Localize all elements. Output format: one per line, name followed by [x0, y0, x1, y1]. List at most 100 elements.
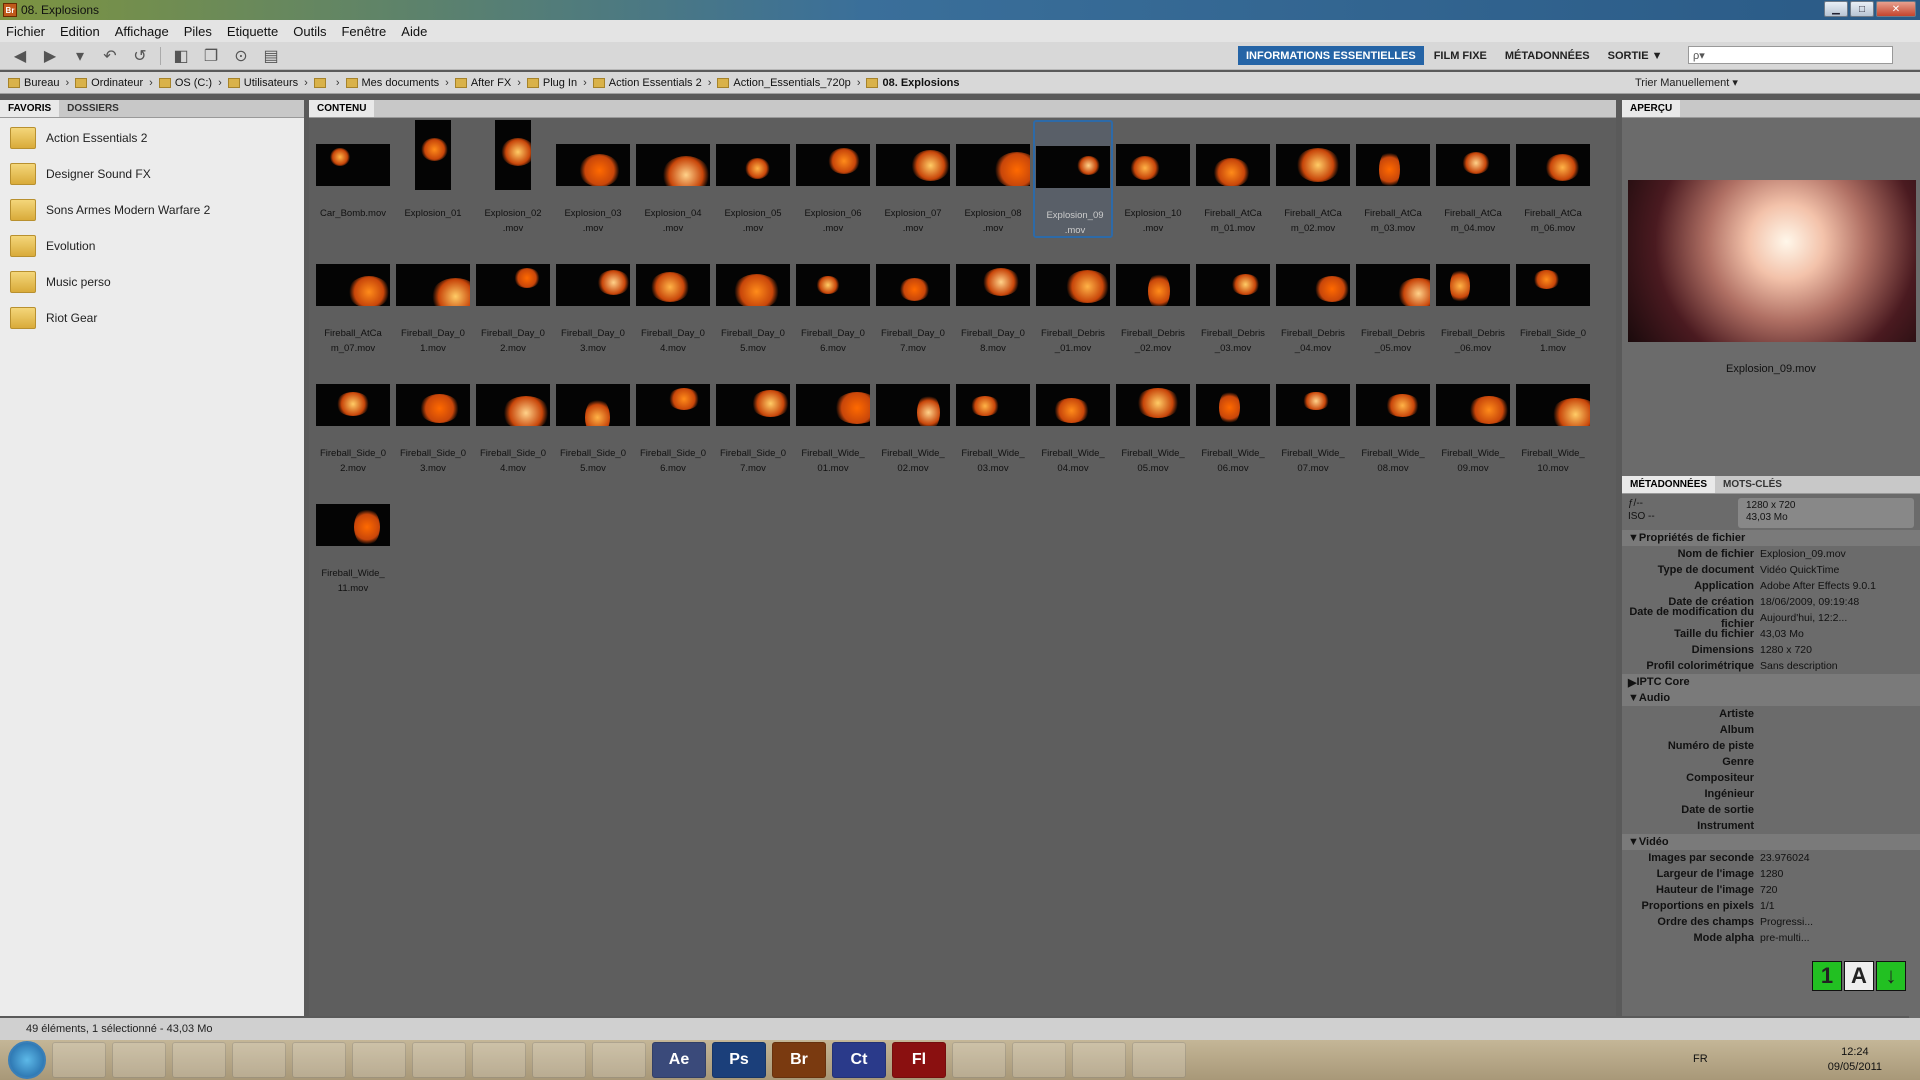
- thumbnail-item[interactable]: Explosion_02 .mov: [473, 120, 553, 238]
- metadata-value[interactable]: 43,03 Mo: [1760, 628, 1804, 640]
- metadata-value[interactable]: Vidéo QuickTime: [1760, 564, 1839, 576]
- breadcrumb-item[interactable]: After FX ›: [454, 77, 521, 89]
- taskbar-app-blender[interactable]: [472, 1042, 526, 1078]
- thumbnail-item[interactable]: Fireball_Side_0 4.mov: [473, 360, 553, 478]
- sort-dropdown[interactable]: Trier Manuellement ▾: [1635, 76, 1738, 89]
- thumbnail-item[interactable]: Fireball_Wide_ 10.mov: [1513, 360, 1593, 478]
- thumbnail-item[interactable]: Fireball_AtCa m_02.mov: [1273, 120, 1353, 238]
- thumbnail-item[interactable]: Fireball_Debris _01.mov: [1033, 240, 1113, 358]
- taskbar-app-steam[interactable]: [232, 1042, 286, 1078]
- thumbnail-item[interactable]: Explosion_01: [393, 120, 473, 238]
- taskbar-app-filezilla[interactable]: [952, 1042, 1006, 1078]
- thumbnail-item[interactable]: Fireball_Wide_ 07.mov: [1273, 360, 1353, 478]
- taskbar-app-media[interactable]: [352, 1042, 406, 1078]
- thumbnail-item[interactable]: Fireball_Wide_ 02.mov: [873, 360, 953, 478]
- breadcrumb-item[interactable]: Utilisateurs ›: [227, 77, 308, 89]
- thumbnail-item[interactable]: Fireball_AtCa m_06.mov: [1513, 120, 1593, 238]
- thumbnail-item[interactable]: Fireball_Side_0 5.mov: [553, 360, 633, 478]
- favorite-item[interactable]: Music perso: [0, 264, 304, 300]
- thumbnail-item[interactable]: Fireball_Day_0 1.mov: [393, 240, 473, 358]
- thumbnail-item[interactable]: Explosion_09 .mov: [1033, 120, 1113, 238]
- metadata-value[interactable]: Progressi...: [1760, 916, 1813, 928]
- thumbnail-item[interactable]: Fireball_AtCa m_04.mov: [1433, 120, 1513, 238]
- rotate-icon[interactable]: ↺: [130, 46, 150, 66]
- recent-dropdown-icon[interactable]: ▾: [70, 46, 90, 66]
- taskbar-app-poser[interactable]: [412, 1042, 466, 1078]
- thumbnail-item[interactable]: Fireball_Wide_ 06.mov: [1193, 360, 1273, 478]
- thumbnail-item[interactable]: Explosion_10 .mov: [1113, 120, 1193, 238]
- metadata-value[interactable]: Sans description: [1760, 660, 1838, 672]
- taskbar-app-app[interactable]: [292, 1042, 346, 1078]
- taskbar-app-fl[interactable]: Fl: [892, 1042, 946, 1078]
- metadata-value[interactable]: 1/1: [1760, 900, 1775, 912]
- metadata-value[interactable]: Aujourd'hui, 12:2...: [1760, 612, 1847, 624]
- tab-1[interactable]: DOSSIERS: [59, 100, 127, 117]
- close-button[interactable]: ✕: [1876, 1, 1916, 17]
- thumbnail-item[interactable]: Fireball_Wide_ 09.mov: [1433, 360, 1513, 478]
- thumbnail-item[interactable]: Fireball_Debris _04.mov: [1273, 240, 1353, 358]
- taskbar-app-ae[interactable]: Ae: [652, 1042, 706, 1078]
- system-clock[interactable]: 12:24 09/05/2011: [1828, 1045, 1882, 1075]
- breadcrumb-item[interactable]: Bureau ›: [8, 77, 69, 89]
- menu-item-1[interactable]: Edition: [60, 24, 100, 39]
- taskbar-app-paint[interactable]: [1132, 1042, 1186, 1078]
- history-icon[interactable]: ↶: [100, 46, 120, 66]
- camera-import-icon[interactable]: ◧: [171, 46, 191, 66]
- menu-item-4[interactable]: Etiquette: [227, 24, 278, 39]
- thumbnail-item[interactable]: Fireball_Day_0 2.mov: [473, 240, 553, 358]
- metadata-value[interactable]: 1280: [1760, 868, 1783, 880]
- workspace-0[interactable]: INFORMATIONS ESSENTIELLES: [1238, 46, 1424, 65]
- menu-item-7[interactable]: Aide: [401, 24, 427, 39]
- thumbnail-item[interactable]: Explosion_08 .mov: [953, 120, 1033, 238]
- breadcrumb-item[interactable]: Plug In ›: [526, 77, 587, 89]
- breadcrumb-item[interactable]: ›: [313, 77, 340, 89]
- thumbnail-item[interactable]: Fireball_Debris _02.mov: [1113, 240, 1193, 358]
- thumbnail-item[interactable]: Explosion_04 .mov: [633, 120, 713, 238]
- menu-item-3[interactable]: Piles: [184, 24, 212, 39]
- thumbnail-item[interactable]: Fireball_Day_0 5.mov: [713, 240, 793, 358]
- menu-item-5[interactable]: Outils: [293, 24, 326, 39]
- thumbnail-item[interactable]: Fireball_Side_0 1.mov: [1513, 240, 1593, 358]
- breadcrumb-item[interactable]: Ordinateur ›: [75, 77, 153, 89]
- taskbar-app-camera[interactable]: [1012, 1042, 1066, 1078]
- refine-icon[interactable]: ⊙: [231, 46, 251, 66]
- breadcrumb-item[interactable]: OS (C:) ›: [158, 77, 222, 89]
- thumbnail-item[interactable]: Fireball_Day_0 8.mov: [953, 240, 1033, 358]
- thumbnail-item[interactable]: Fireball_Wide_ 05.mov: [1113, 360, 1193, 478]
- metadata-section-header[interactable]: ▼ Propriétés de fichier: [1622, 530, 1920, 546]
- metadata-section-header[interactable]: ▼ Audio: [1622, 690, 1920, 706]
- workspace-3[interactable]: SORTIE ▼: [1600, 46, 1671, 65]
- breadcrumb-item[interactable]: Action_Essentials_720p ›: [717, 77, 860, 89]
- metadata-tab-1[interactable]: MOTS-CLÉS: [1715, 476, 1790, 493]
- thumbnail-item[interactable]: Fireball_Day_0 3.mov: [553, 240, 633, 358]
- thumbnail-item[interactable]: Fireball_Debris _06.mov: [1433, 240, 1513, 358]
- favorite-item[interactable]: Action Essentials 2: [0, 120, 304, 156]
- taskbar-app-folder[interactable]: [172, 1042, 226, 1078]
- favorite-item[interactable]: Evolution: [0, 228, 304, 264]
- language-indicator[interactable]: FR: [1693, 1053, 1708, 1065]
- minimize-button[interactable]: ▁: [1824, 1, 1848, 17]
- thumbnail-item[interactable]: Fireball_Day_0 7.mov: [873, 240, 953, 358]
- open-in-icon[interactable]: ▤: [261, 46, 281, 66]
- thumbnail-item[interactable]: Fireball_Wide_ 01.mov: [793, 360, 873, 478]
- forward-arrow-icon[interactable]: ▶: [40, 46, 60, 66]
- disclosure-triangle-icon[interactable]: ▶: [1628, 676, 1636, 689]
- favorite-item[interactable]: Sons Armes Modern Warfare 2: [0, 192, 304, 228]
- menu-item-2[interactable]: Affichage: [115, 24, 169, 39]
- disclosure-triangle-icon[interactable]: ▼: [1628, 532, 1639, 544]
- thumbnail-item[interactable]: Car_Bomb.mov: [313, 120, 393, 238]
- thumbnail-item[interactable]: Fireball_AtCa m_07.mov: [313, 240, 393, 358]
- metadata-value[interactable]: 18/06/2009, 09:19:48: [1760, 596, 1859, 608]
- metadata-value[interactable]: 23.976024: [1760, 852, 1810, 864]
- thumbnail-item[interactable]: Explosion_07 .mov: [873, 120, 953, 238]
- metadata-value[interactable]: Explosion_09.mov: [1760, 548, 1846, 560]
- thumbnail-item[interactable]: Explosion_05 .mov: [713, 120, 793, 238]
- thumbnail-item[interactable]: Explosion_06 .mov: [793, 120, 873, 238]
- disclosure-triangle-icon[interactable]: ▼: [1628, 692, 1639, 704]
- thumbnail-item[interactable]: Explosion_03 .mov: [553, 120, 633, 238]
- thumbnail-item[interactable]: Fireball_Wide_ 04.mov: [1033, 360, 1113, 478]
- menu-item-6[interactable]: Fenêtre: [341, 24, 386, 39]
- thumbnail-item[interactable]: Fireball_Day_0 6.mov: [793, 240, 873, 358]
- search-input[interactable]: ρ▾: [1688, 46, 1893, 64]
- tab-0[interactable]: FAVORIS: [0, 100, 60, 117]
